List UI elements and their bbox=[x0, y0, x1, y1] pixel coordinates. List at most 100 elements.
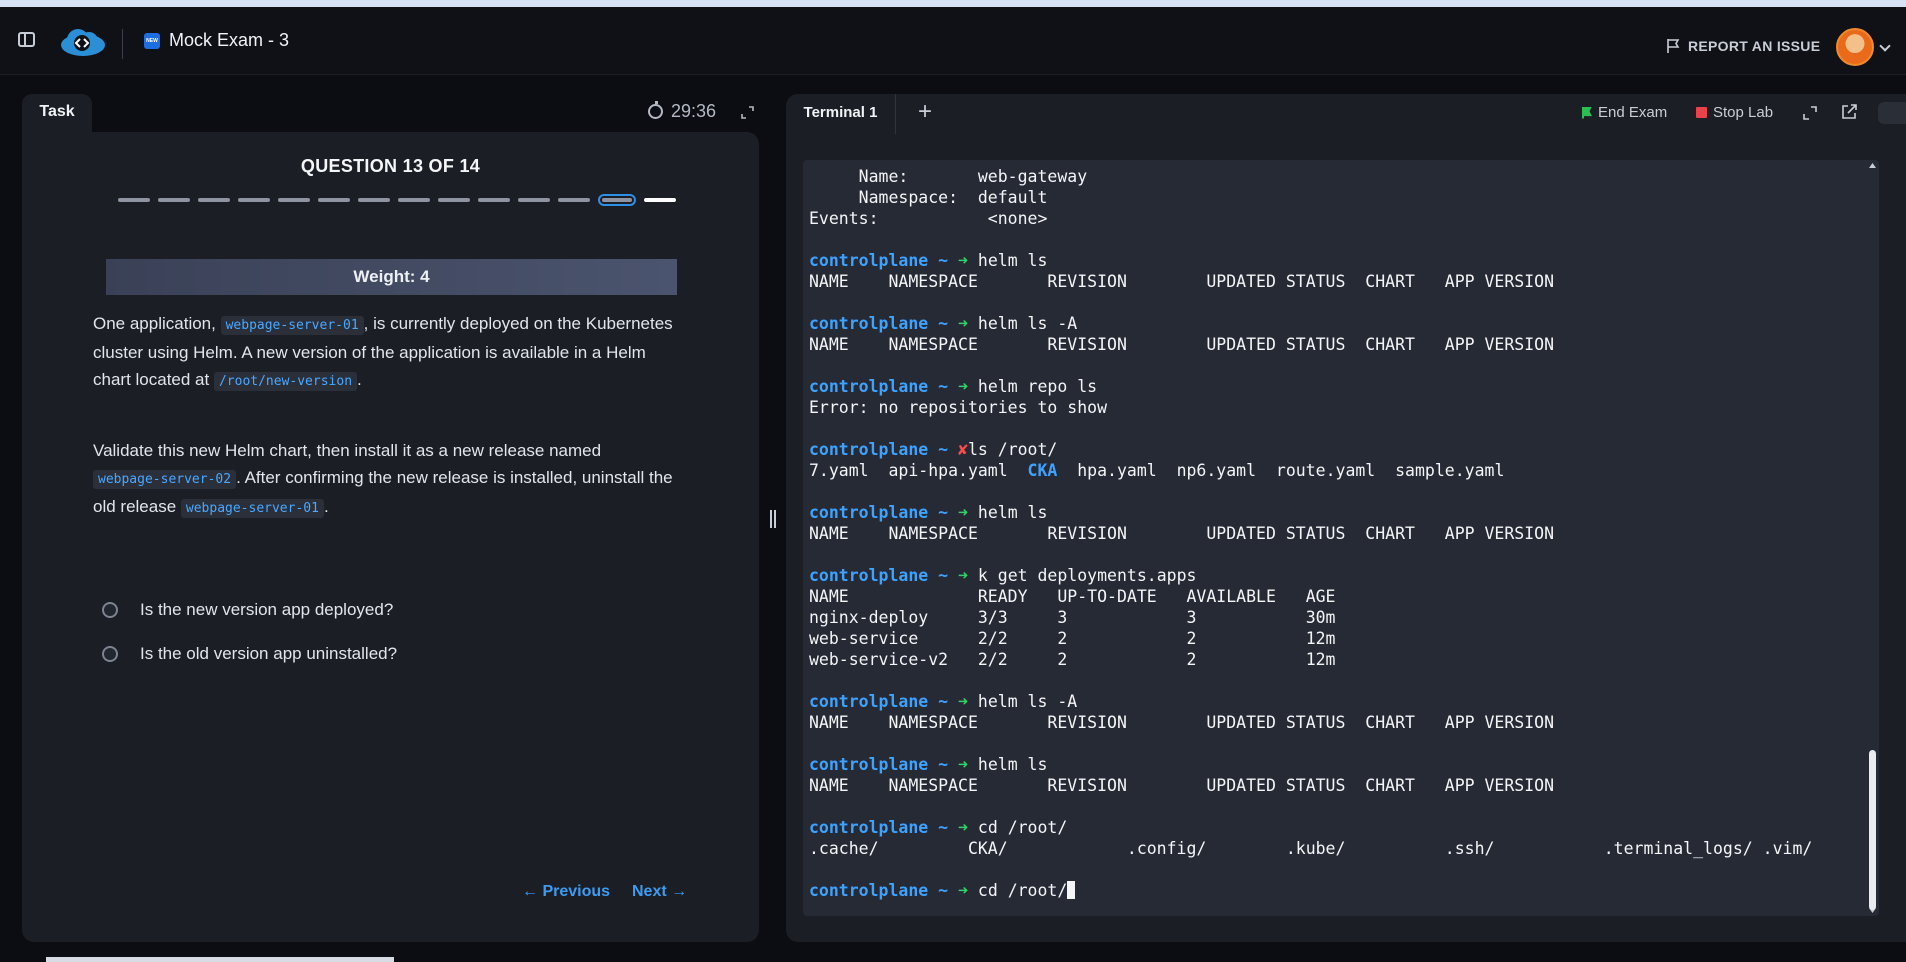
app-header: NEW Mock Exam - 3 REPORT AN ISSUE bbox=[0, 7, 1906, 75]
end-exam-button[interactable]: End Exam bbox=[1582, 104, 1667, 121]
task-panel: QUESTION 13 OF 14 Weight: 4 One applicat… bbox=[22, 132, 759, 942]
terminal-output-line: NAME NAMESPACE REVISION UPDATED STATUS C… bbox=[809, 776, 1555, 795]
prompt-arrow-icon: ➜ bbox=[948, 755, 978, 774]
expand-icon[interactable] bbox=[741, 106, 754, 119]
prompt-arrow-icon: ➜ bbox=[948, 377, 978, 396]
terminal-command: cd /root/ bbox=[977, 818, 1068, 837]
progress-segment[interactable] bbox=[118, 198, 150, 202]
exam-title: Mock Exam - 3 bbox=[169, 30, 290, 50]
radio-icon[interactable] bbox=[102, 602, 118, 618]
prompt-error-icon: ✘ bbox=[948, 440, 968, 459]
progress-segment[interactable] bbox=[644, 198, 676, 202]
task-paragraph-1: One application, webpage-server-01, is c… bbox=[93, 310, 673, 395]
checklist-item[interactable]: Is the old version app uninstalled? bbox=[102, 644, 397, 664]
terminal-command: helm ls -A bbox=[977, 314, 1078, 333]
progress-segment[interactable] bbox=[438, 198, 470, 202]
progress-segment[interactable] bbox=[478, 198, 510, 202]
progress-segment[interactable] bbox=[278, 198, 310, 202]
prompt-arrow-icon: ➜ bbox=[948, 503, 978, 522]
terminal-output-line: 7.yaml api-hpa.yaml bbox=[809, 461, 1028, 480]
sidebar-toggle-icon[interactable] bbox=[18, 32, 35, 47]
inline-code: webpage-server-01 bbox=[220, 316, 364, 335]
exam-timer: 29:36 bbox=[648, 101, 716, 122]
plus-icon[interactable]: + bbox=[918, 98, 932, 126]
logo-icon bbox=[61, 29, 105, 56]
weight-banner: Weight: 4 bbox=[106, 259, 677, 295]
progress-segment[interactable] bbox=[198, 198, 230, 202]
terminal-dir-name: CKA bbox=[1027, 461, 1058, 480]
new-badge: NEW bbox=[144, 33, 160, 49]
radio-icon[interactable] bbox=[102, 646, 118, 662]
terminal-cursor bbox=[1067, 881, 1076, 899]
terminal-prompt: controlplane ~ bbox=[809, 440, 949, 459]
end-exam-label: End Exam bbox=[1598, 104, 1668, 121]
terminal-command: k get deployments.apps bbox=[977, 566, 1197, 585]
terminal-command: ls /root/ bbox=[967, 440, 1058, 459]
flag-icon-green bbox=[1582, 106, 1592, 119]
terminal-output-line: web-service 2/2 2 2 12m bbox=[809, 629, 1336, 648]
tab-task[interactable]: Task bbox=[22, 94, 92, 134]
progress-segment[interactable] bbox=[358, 198, 390, 202]
previous-button[interactable]: ← Previous bbox=[522, 883, 610, 901]
prompt-arrow-icon: ➜ bbox=[948, 692, 978, 711]
inline-code: /root/new-version bbox=[213, 372, 358, 391]
progress-segment[interactable] bbox=[518, 198, 550, 202]
terminal-output-line: .cache/ CKA/ .config/ .kube/ .ssh/ .term… bbox=[809, 839, 1813, 858]
inline-code: webpage-server-02 bbox=[93, 470, 237, 489]
external-link-icon[interactable] bbox=[1840, 103, 1858, 121]
stop-lab-label: Stop Lab bbox=[1713, 104, 1774, 121]
progress-segment[interactable] bbox=[558, 198, 590, 202]
checklist-label: Is the old version app uninstalled? bbox=[140, 644, 398, 663]
avatar[interactable] bbox=[1836, 28, 1874, 66]
terminal-command: cd /root/ bbox=[977, 881, 1068, 900]
terminal-command: helm repo ls bbox=[977, 377, 1098, 396]
terminal-output[interactable]: Name: web-gateway Namespace: default Eve… bbox=[803, 160, 1879, 916]
report-issue-label: REPORT AN ISSUE bbox=[1688, 38, 1821, 54]
expand-icon[interactable] bbox=[1803, 106, 1817, 120]
terminal-prompt: controlplane ~ bbox=[809, 377, 949, 396]
prompt-arrow-icon: ➜ bbox=[948, 881, 978, 900]
next-button[interactable]: Next → bbox=[632, 883, 687, 901]
chevron-down-icon[interactable] bbox=[1879, 40, 1891, 52]
terminal-output-line: NAME NAMESPACE REVISION UPDATED STATUS C… bbox=[809, 335, 1555, 354]
progress-segment[interactable] bbox=[238, 198, 270, 202]
checklist-item[interactable]: Is the new version app deployed? bbox=[102, 600, 393, 620]
progress-segment[interactable] bbox=[318, 198, 350, 202]
checklist-label: Is the new version app deployed? bbox=[140, 600, 394, 619]
question-progress bbox=[118, 194, 676, 206]
terminal-prompt: controlplane ~ bbox=[809, 818, 949, 837]
stop-icon bbox=[1696, 107, 1707, 118]
terminal-output-line: NAME NAMESPACE REVISION UPDATED STATUS C… bbox=[809, 272, 1555, 291]
timer-value: 29:36 bbox=[671, 101, 717, 121]
header-divider bbox=[122, 29, 123, 59]
terminal-prompt: controlplane ~ bbox=[809, 881, 949, 900]
report-issue-button[interactable]: REPORT AN ISSUE bbox=[1666, 38, 1820, 54]
progress-segment[interactable] bbox=[398, 198, 430, 202]
prompt-arrow-icon: ➜ bbox=[948, 566, 978, 585]
terminal-command: helm ls bbox=[977, 251, 1048, 270]
terminal-output-line: hpa.yaml np6.yaml route.yaml sample.yaml bbox=[1057, 461, 1505, 480]
progress-segment-current[interactable] bbox=[598, 194, 636, 206]
corner-widget[interactable] bbox=[1878, 102, 1906, 124]
stop-lab-button[interactable]: Stop Lab bbox=[1696, 104, 1773, 121]
scrollbar-thumb[interactable] bbox=[1869, 750, 1876, 910]
text: . bbox=[323, 497, 329, 516]
terminal-output-line: Error: no repositories to show bbox=[809, 398, 1108, 417]
terminal-command: helm ls bbox=[977, 755, 1048, 774]
panel-resize-handle[interactable] bbox=[770, 510, 776, 528]
terminal-output-line: Events: <none> bbox=[809, 209, 1048, 228]
question-title: QUESTION 13 OF 14 bbox=[300, 156, 481, 176]
tab-terminal-1[interactable]: Terminal 1 bbox=[786, 94, 896, 134]
terminal-output-line: Name: web-gateway bbox=[809, 167, 1088, 186]
inline-code: webpage-server-01 bbox=[180, 499, 324, 518]
terminal-command: helm ls -A bbox=[977, 692, 1078, 711]
prompt-arrow-icon: ➜ bbox=[948, 818, 978, 837]
terminal-output-line: NAME READY UP-TO-DATE AVAILABLE AGE bbox=[809, 587, 1336, 606]
text: . bbox=[357, 370, 362, 389]
terminal-prompt: controlplane ~ bbox=[809, 692, 949, 711]
text: One application, bbox=[93, 314, 221, 333]
terminal-prompt: controlplane ~ bbox=[809, 566, 949, 585]
prompt-arrow-icon: ➜ bbox=[948, 251, 978, 270]
bottom-strip bbox=[46, 957, 394, 962]
progress-segment[interactable] bbox=[158, 198, 190, 202]
